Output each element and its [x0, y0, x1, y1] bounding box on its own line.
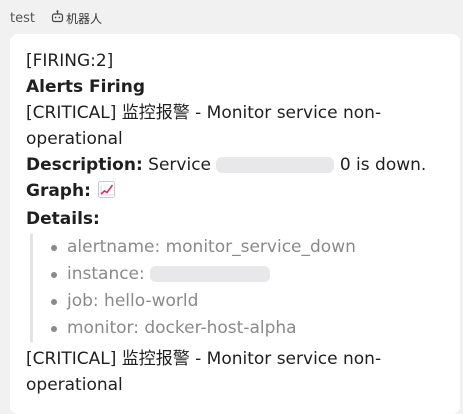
detail-item-alertname: alertname: monitor_service_down — [49, 234, 444, 261]
alert-summary-1: [CRITICAL] 监控报警 - Monitor service non-op… — [26, 103, 382, 149]
alert-summary-2: [CRITICAL] 监控报警 - Monitor service non-op… — [26, 349, 382, 395]
robot-icon — [51, 10, 66, 26]
description-label: Description: — [26, 155, 143, 175]
sender-name[interactable]: test — [10, 11, 35, 26]
alert-title: Alerts Firing — [26, 77, 145, 97]
graph-line: Graph: — [26, 178, 444, 206]
detail-item-job: job: hello-world — [49, 288, 444, 315]
details-quote: alertname: monitor_service_down instance… — [30, 234, 444, 342]
details-list: alertname: monitor_service_down instance… — [49, 234, 444, 342]
detail-item-instance: instance: — [49, 261, 444, 288]
bot-label: 机器人 — [65, 11, 102, 26]
bot-badge: 机器人 — [51, 10, 102, 27]
details-label: Details: — [26, 209, 100, 229]
chart-increasing-icon[interactable] — [98, 180, 116, 206]
graph-label: Graph: — [26, 181, 91, 201]
description-suffix: 0 is down. — [339, 155, 427, 175]
firing-count: [FIRING:2] — [26, 51, 114, 71]
redacted-instance-value — [150, 266, 271, 282]
description-line: Description: Service 0 is down. — [26, 152, 444, 178]
detail-item-monitor: monitor: docker-host-alpha — [49, 315, 444, 342]
message-bubble: [FIRING:2] Alerts Firing [CRITICAL] 监控报警… — [10, 34, 460, 414]
redacted-service-name — [216, 157, 335, 173]
description-prefix: Service — [148, 155, 212, 175]
message-header: test 机器人 — [10, 8, 102, 28]
